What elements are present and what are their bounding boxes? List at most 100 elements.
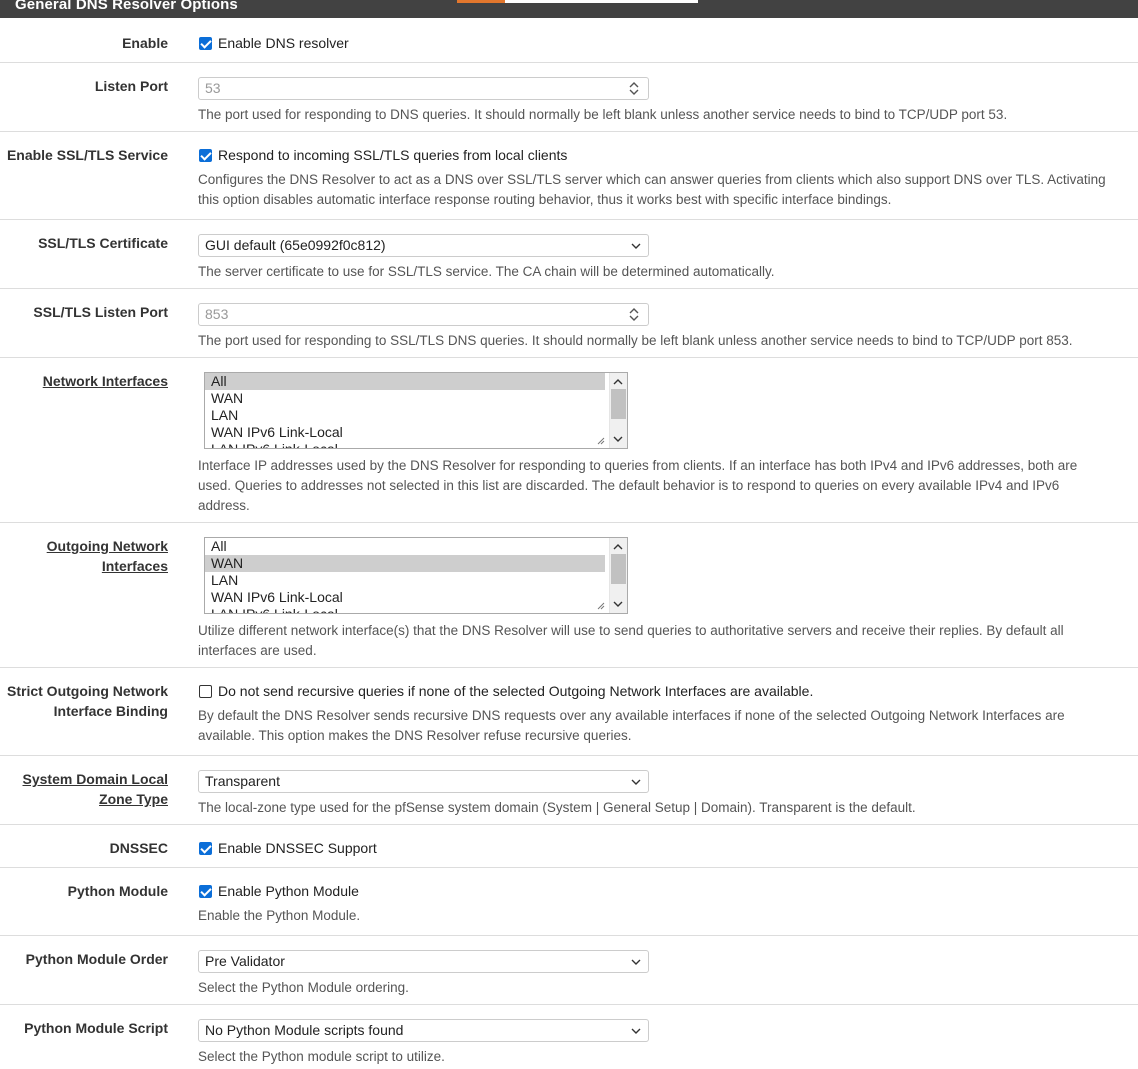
label-network-interfaces[interactable]: Network Interfaces	[0, 371, 168, 391]
up-down-spinner-icon[interactable]	[628, 81, 640, 96]
zone-type-help: The local-zone type used for the pfSense…	[198, 800, 916, 815]
python-module-checkbox-label: Enable Python Module	[218, 883, 359, 899]
scroll-down-icon	[613, 601, 623, 607]
python-module-help: Enable the Python Module.	[198, 908, 361, 923]
dnssec-checkbox-line[interactable]: Enable DNSSEC Support	[199, 838, 377, 858]
resize-grip-icon	[597, 602, 605, 610]
label-python-order: Python Module Order	[25, 951, 168, 967]
python-order-select[interactable]: Pre Validator	[198, 950, 649, 973]
ssl-listen-port-help: The port used for responding to SSL/TLS …	[198, 333, 1073, 348]
row-enable: Enable Enable DNS resolver	[0, 18, 1138, 63]
python-module-checkbox-line[interactable]: Enable Python Module	[199, 881, 359, 901]
row-network-interfaces: Network Interfaces All WAN LAN WAN IPv6 …	[0, 358, 1138, 523]
row-ssl-listen-port: SSL/TLS Listen Port 853 The port used fo…	[0, 289, 1138, 358]
network-interfaces-help-2: used. Queries to addresses not selected …	[198, 478, 1060, 493]
label-python-module: Python Module	[67, 883, 168, 899]
dnssec-checkbox[interactable]	[199, 842, 212, 855]
listen-port-help: The port used for responding to DNS quer…	[198, 107, 1008, 122]
list-item[interactable]: All	[205, 373, 605, 390]
scroll-down-icon	[613, 436, 623, 442]
strict-binding-help-1: By default the DNS Resolver sends recurs…	[198, 708, 1065, 723]
row-python-script: Python Module Script No Python Module sc…	[0, 1005, 1138, 1069]
strict-binding-checkbox[interactable]	[199, 685, 212, 698]
ssl-certificate-select[interactable]: GUI default (65e0992f0c812)	[198, 234, 649, 257]
network-interfaces-help-1: Interface IP addresses used by the DNS R…	[198, 458, 1078, 473]
outgoing-interfaces-help-2: interfaces are used.	[198, 643, 317, 658]
strict-binding-checkbox-label: Do not send recursive queries if none of…	[218, 683, 814, 699]
list-item[interactable]: LAN	[205, 407, 605, 424]
row-dnssec: DNSSEC Enable DNSSEC Support	[0, 825, 1138, 868]
label-ssl-listen-port: SSL/TLS Listen Port	[33, 304, 168, 320]
list-item[interactable]: WAN IPv6 Link-Local	[205, 589, 605, 606]
label-ssl-tls-service: Enable SSL/TLS Service	[6, 147, 168, 163]
ssl-tls-checkbox-label: Respond to incoming SSL/TLS queries from…	[218, 147, 568, 163]
label-python-script: Python Module Script	[24, 1020, 168, 1036]
ssl-tls-checkbox-line[interactable]: Respond to incoming SSL/TLS queries from…	[199, 145, 567, 165]
python-script-value: No Python Module scripts found	[205, 1022, 404, 1038]
label-ssl-certificate: SSL/TLS Certificate	[38, 235, 168, 251]
listbox-scrollbar[interactable]	[609, 538, 627, 613]
label-dnssec: DNSSEC	[109, 840, 168, 856]
row-python-order: Python Module Order Pre Validator Select…	[0, 936, 1138, 1005]
ssl-certificate-help: The server certificate to use for SSL/TL…	[198, 264, 775, 279]
header-tab-edge	[505, 0, 698, 3]
zone-type-select[interactable]: Transparent	[198, 770, 649, 793]
enable-checkbox[interactable]	[199, 37, 212, 50]
chevron-down-icon	[631, 1020, 641, 1034]
row-python-module: Python Module Enable Python Module Enabl…	[0, 868, 1138, 936]
outgoing-interfaces-help-1: Utilize different network interface(s) t…	[198, 623, 1064, 638]
python-order-value: Pre Validator	[205, 953, 285, 969]
network-interfaces-listbox[interactable]: All WAN LAN WAN IPv6 Link-Local LAN IPv6…	[204, 372, 628, 449]
listen-port-placeholder: 53	[205, 80, 221, 96]
row-strict-binding: Strict Outgoing Network Interface Binding…	[0, 668, 1138, 756]
enable-checkbox-label: Enable DNS resolver	[218, 35, 349, 51]
label-enable: Enable	[122, 35, 168, 51]
scrollbar-thumb[interactable]	[611, 554, 626, 584]
panel-title: General DNS Resolver Options	[15, 0, 238, 13]
listen-port-input[interactable]: 53	[198, 77, 649, 100]
strict-binding-checkbox-line[interactable]: Do not send recursive queries if none of…	[199, 681, 813, 701]
ssl-listen-port-input[interactable]: 853	[198, 303, 649, 326]
ssl-tls-help-line-2: this option disables automatic interface…	[198, 192, 892, 207]
label-outgoing-interfaces[interactable]: Outgoing Network Interfaces	[0, 536, 168, 576]
row-zone-type: System Domain Local Zone Type Transparent…	[0, 756, 1138, 825]
python-order-help: Select the Python Module ordering.	[198, 980, 409, 995]
dnssec-checkbox-label: Enable DNSSEC Support	[218, 840, 377, 856]
resize-grip-icon	[597, 437, 605, 445]
strict-binding-help-2: available. This option makes the DNS Res…	[198, 728, 632, 743]
label-strict-binding: Strict Outgoing Network Interface Binding	[7, 683, 168, 719]
row-outgoing-interfaces: Outgoing Network Interfaces All WAN LAN W…	[0, 523, 1138, 668]
enable-checkbox-line[interactable]: Enable DNS resolver	[199, 33, 349, 53]
list-item[interactable]: WAN	[205, 390, 605, 407]
up-down-spinner-icon[interactable]	[628, 307, 640, 322]
python-module-checkbox[interactable]	[199, 885, 212, 898]
network-interfaces-help-3: address.	[198, 498, 250, 513]
chevron-down-icon	[631, 235, 641, 249]
list-item[interactable]: WAN	[205, 555, 605, 572]
panel-header: General DNS Resolver Options	[0, 0, 1138, 18]
python-script-select[interactable]: No Python Module scripts found	[198, 1019, 649, 1042]
label-listen-port: Listen Port	[94, 78, 168, 94]
chevron-down-icon	[631, 771, 641, 785]
row-ssl-certificate: SSL/TLS Certificate GUI default (65e0992…	[0, 220, 1138, 289]
ssl-listen-port-placeholder: 853	[205, 306, 229, 322]
list-item[interactable]: LAN IPv6 Link-Local	[205, 606, 605, 613]
ssl-tls-checkbox[interactable]	[199, 149, 212, 162]
list-item[interactable]: All	[205, 538, 605, 555]
row-listen-port: Listen Port 53 The port used for respond…	[0, 63, 1138, 132]
scroll-up-icon	[613, 379, 623, 385]
scrollbar-thumb[interactable]	[611, 389, 626, 419]
ssl-tls-help-line-1: Configures the DNS Resolver to act as a …	[198, 172, 1106, 187]
list-item[interactable]: WAN IPv6 Link-Local	[205, 424, 605, 441]
python-script-help: Select the Python module script to utili…	[198, 1049, 445, 1064]
header-accent	[457, 0, 505, 3]
list-item[interactable]: LAN	[205, 572, 605, 589]
listbox-scrollbar[interactable]	[609, 373, 627, 448]
row-ssl-tls-service: Enable SSL/TLS Service Respond to incomi…	[0, 132, 1138, 220]
list-item[interactable]: LAN IPv6 Link-Local	[205, 441, 605, 448]
zone-type-value: Transparent	[205, 773, 280, 789]
chevron-down-icon	[631, 951, 641, 965]
label-zone-type[interactable]: System Domain Local Zone Type	[0, 769, 169, 809]
scroll-up-icon	[613, 544, 623, 550]
outgoing-interfaces-listbox[interactable]: All WAN LAN WAN IPv6 Link-Local LAN IPv6…	[204, 537, 628, 614]
